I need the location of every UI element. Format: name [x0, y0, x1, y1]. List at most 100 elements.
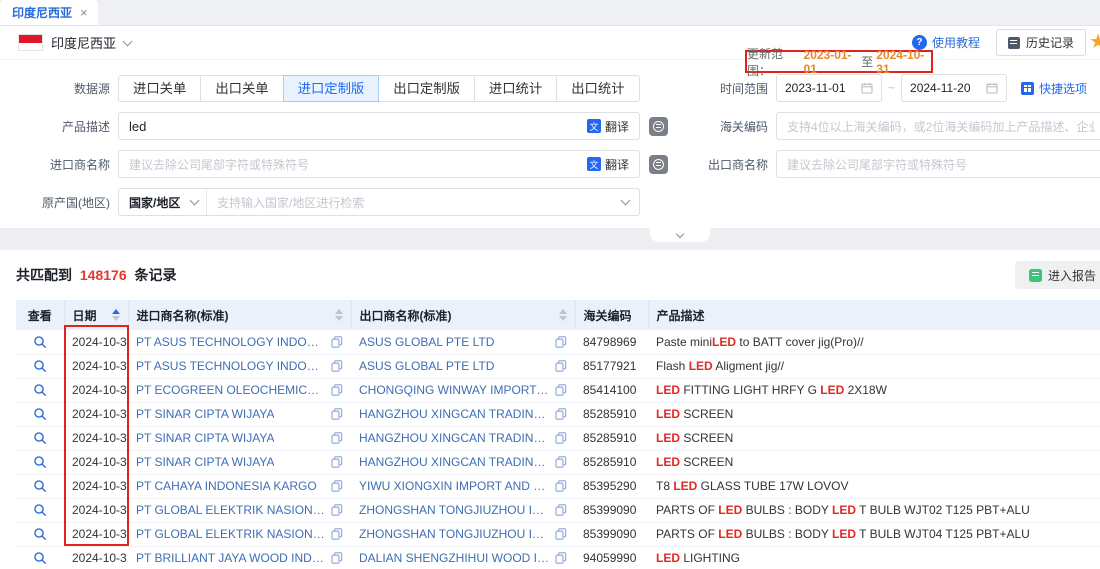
history-icon	[1008, 37, 1020, 49]
exporter-link[interactable]: YIWU XIONGXIN IMPORT AND EXPORT...	[359, 479, 551, 493]
importer-input[interactable]	[118, 150, 640, 178]
tab-export-statistics[interactable]: 出口统计	[556, 75, 639, 102]
sort-icon[interactable]	[335, 309, 343, 321]
importer-link[interactable]: PT SINAR CIPTA WIJAYA	[136, 431, 274, 445]
enter-report-button[interactable]: 进入报告	[1015, 261, 1100, 289]
origin-control: 国家/地区 支持输入国家/地区进行检索	[118, 188, 640, 216]
sort-icon[interactable]	[112, 309, 120, 321]
exporter-link[interactable]: CHONGQING WINWAY IMPORT AND E...	[359, 383, 551, 397]
hs-code-input[interactable]	[776, 112, 1100, 140]
exporter-link[interactable]: ZHONGSHAN TONGJIUZHOU INTERNA...	[359, 527, 551, 541]
col-importer[interactable]: 进口商名称(标准)	[128, 300, 351, 330]
magnifier-icon	[33, 479, 47, 493]
copy-icon[interactable]	[555, 528, 567, 540]
row-hs-code: 85177921	[575, 354, 648, 378]
row-hs-code: 85285910	[575, 426, 648, 450]
copy-icon[interactable]	[331, 456, 343, 468]
page: 印度尼西亚 × 印度尼西亚 ? 使用教程 历史记录 ★ 更新范围： 2023-0…	[0, 0, 1100, 569]
tab-export-declarations[interactable]: 出口关单	[200, 75, 283, 102]
copy-icon[interactable]	[555, 360, 567, 372]
copy-icon[interactable]	[331, 408, 343, 420]
product-desc-input[interactable]	[118, 112, 640, 140]
chevron-down-icon[interactable]	[123, 36, 133, 46]
copy-icon[interactable]	[331, 360, 343, 372]
view-record-button[interactable]	[16, 402, 64, 426]
col-hs-code: 海关编码	[575, 300, 648, 330]
origin-search-input[interactable]: 支持输入国家/地区进行检索	[207, 194, 639, 211]
results-prefix: 共匹配到	[16, 267, 72, 283]
importer-link[interactable]: PT BRILLIANT JAYA WOOD INDUSTRY	[136, 551, 327, 565]
match-mode-icon[interactable]	[649, 117, 668, 136]
copy-icon[interactable]	[331, 336, 343, 348]
tab-import-statistics[interactable]: 进口统计	[474, 75, 557, 102]
view-record-button[interactable]	[16, 450, 64, 474]
exporter-label: 出口商名称	[668, 156, 768, 173]
update-range-label: 更新范围：	[747, 45, 801, 79]
exporter-link[interactable]: ASUS GLOBAL PTE LTD	[359, 359, 494, 373]
copy-icon[interactable]	[331, 552, 343, 564]
row-hs-code: 85399090	[575, 522, 648, 546]
row-hs-code: 85395290	[575, 474, 648, 498]
row-date: 2024-10-31	[64, 450, 128, 474]
tab-export-custom[interactable]: 出口定制版	[378, 75, 475, 102]
copy-icon[interactable]	[331, 504, 343, 516]
view-record-button[interactable]	[16, 522, 64, 546]
importer-link[interactable]: PT GLOBAL ELEKTRIK NASIONAL	[136, 527, 327, 541]
exporter-link[interactable]: DALIAN SHENGZHIHUI WOOD INDUST...	[359, 551, 551, 565]
translate-button[interactable]: 文 翻译	[577, 113, 639, 139]
collapse-toggle[interactable]	[650, 228, 710, 242]
exporter-link[interactable]: ZHONGSHAN TONGJIUZHOU INTERNA...	[359, 503, 551, 517]
exporter-link[interactable]: HANGZHOU XINGCAN TRADING CO LTD	[359, 431, 551, 445]
data-source-tabs: 进口关单 出口关单 进口定制版 出口定制版 进口统计 出口统计	[118, 75, 640, 102]
view-record-button[interactable]	[16, 498, 64, 522]
table-row: 2024-10-31 PT BRILLIANT JAYA WOOD INDUST…	[16, 546, 1100, 569]
col-date[interactable]: 日期	[64, 300, 128, 330]
exporter-input[interactable]	[776, 150, 1100, 178]
copy-icon[interactable]	[555, 432, 567, 444]
exporter-link[interactable]: HANGZHOU XINGCAN TRADING CO LTD	[359, 407, 551, 421]
copy-icon[interactable]	[331, 432, 343, 444]
copy-icon[interactable]	[555, 408, 567, 420]
importer-link[interactable]: PT GLOBAL ELEKTRIK NASIONAL	[136, 503, 327, 517]
copy-icon[interactable]	[555, 456, 567, 468]
copy-icon[interactable]	[555, 480, 567, 492]
history-button[interactable]: 历史记录	[996, 29, 1086, 56]
tab-bar: 印度尼西亚 ×	[0, 0, 1100, 26]
view-record-button[interactable]	[16, 378, 64, 402]
tab-indonesia[interactable]: 印度尼西亚 ×	[0, 0, 98, 25]
tab-import-declarations[interactable]: 进口关单	[118, 75, 201, 102]
importer-link[interactable]: PT CAHAYA INDONESIA KARGO	[136, 479, 317, 493]
view-record-button[interactable]	[16, 546, 64, 569]
exporter-link[interactable]: HANGZHOU XINGCAN TRADING CO LTD	[359, 455, 551, 469]
copy-icon[interactable]	[555, 336, 567, 348]
report-label: 进入报告	[1048, 267, 1096, 284]
origin-select[interactable]: 国家/地区	[119, 189, 207, 215]
importer-link[interactable]: PT ECOGREEN OLEOCHEMICALS	[136, 383, 327, 397]
exporter-link[interactable]: ASUS GLOBAL PTE LTD	[359, 335, 494, 349]
quick-options-button[interactable]: 快捷选项	[1021, 80, 1087, 97]
match-mode-icon[interactable]	[649, 155, 668, 174]
importer-link[interactable]: PT SINAR CIPTA WIJAYA	[136, 407, 274, 421]
view-record-button[interactable]	[16, 474, 64, 498]
col-exporter[interactable]: 出口商名称(标准)	[351, 300, 575, 330]
sort-icon[interactable]	[559, 309, 567, 321]
importer-link[interactable]: PT SINAR CIPTA WIJAYA	[136, 455, 274, 469]
close-icon[interactable]: ×	[80, 6, 88, 19]
copy-icon[interactable]	[331, 528, 343, 540]
importer-link[interactable]: PT ASUS TECHNOLOGY INDONESIA BA...	[136, 335, 327, 349]
copy-icon[interactable]	[555, 552, 567, 564]
copy-icon[interactable]	[331, 480, 343, 492]
importer-link[interactable]: PT ASUS TECHNOLOGY INDONESIA BA...	[136, 359, 327, 373]
favorite-star-icon[interactable]: ★	[1089, 29, 1100, 54]
copy-icon[interactable]	[555, 504, 567, 516]
table-row: 2024-10-31 PT CAHAYA INDONESIA KARGO YIW…	[16, 474, 1100, 498]
row-date: 2024-10-31	[64, 546, 128, 569]
copy-icon[interactable]	[555, 384, 567, 396]
date-to-picker[interactable]: 2024-11-20	[901, 74, 1007, 102]
translate-button[interactable]: 文 翻译	[577, 151, 639, 177]
copy-icon[interactable]	[331, 384, 343, 396]
view-record-button[interactable]	[16, 426, 64, 450]
view-record-button[interactable]	[16, 330, 64, 354]
tab-import-custom[interactable]: 进口定制版	[283, 75, 380, 102]
view-record-button[interactable]	[16, 354, 64, 378]
